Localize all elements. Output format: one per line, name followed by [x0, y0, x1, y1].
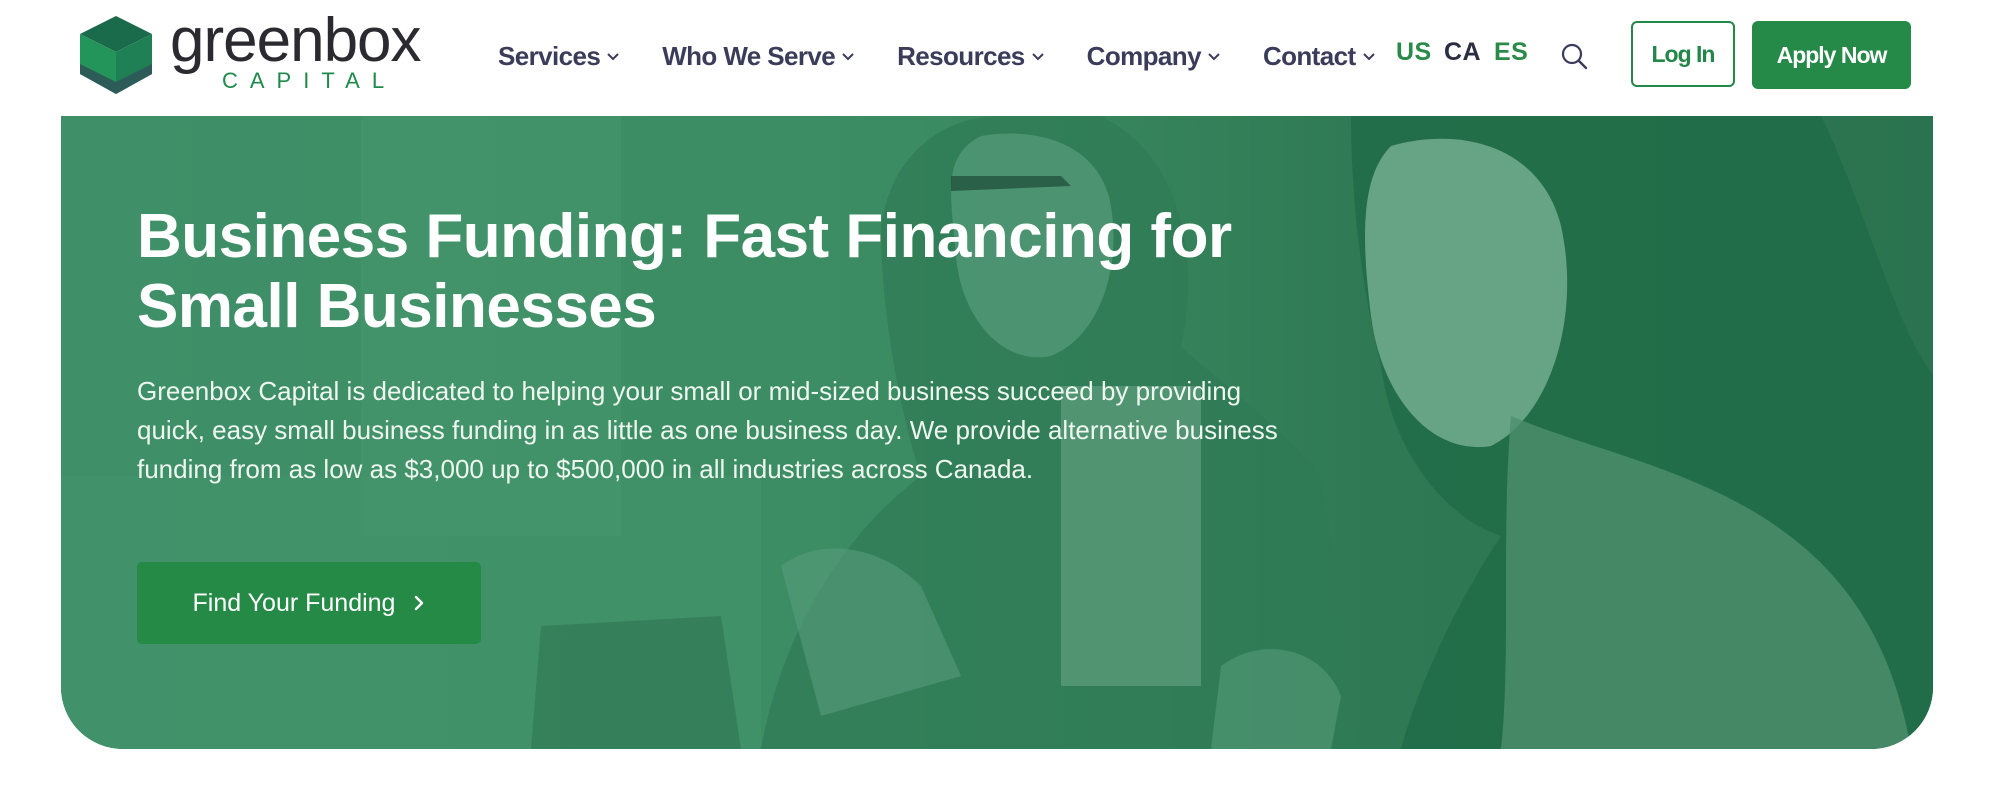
- hero-section: Business Funding: Fast Financing for Sma…: [61, 116, 1933, 749]
- lang-es-link[interactable]: ES: [1494, 38, 1528, 67]
- apply-now-button[interactable]: Apply Now: [1752, 21, 1911, 89]
- login-button[interactable]: Log In: [1631, 21, 1735, 87]
- hero-title: Business Funding: Fast Financing for Sma…: [137, 202, 1337, 342]
- nav-item-who-we-serve[interactable]: Who We Serve: [662, 41, 855, 72]
- logo-cube-icon: [80, 16, 152, 94]
- nav-item-label: Services: [498, 40, 601, 71]
- main-nav: Services Who We Serve Resources Company …: [498, 36, 1418, 76]
- nav-item-company[interactable]: Company: [1087, 41, 1221, 72]
- brand-logo[interactable]: greenbox CAPITAL: [80, 10, 440, 98]
- nav-item-label: Company: [1086, 40, 1202, 71]
- chevron-down-icon: [1362, 53, 1375, 61]
- chevron-down-icon: [607, 53, 619, 61]
- chevron-down-icon: [1208, 53, 1220, 61]
- chevron-right-icon: [415, 595, 424, 611]
- cta-label: Find Your Funding: [192, 588, 396, 617]
- nav-item-contact[interactable]: Contact: [1263, 41, 1376, 72]
- chevron-down-icon: [1031, 53, 1044, 61]
- hero-title-line1: Business Funding: Fast Financing for: [137, 202, 1232, 271]
- hero-title-line2: Small Businesses: [137, 272, 657, 341]
- search-icon[interactable]: [1560, 42, 1588, 70]
- chevron-down-icon: [842, 53, 854, 61]
- nav-item-resources[interactable]: Resources: [897, 41, 1045, 72]
- nav-item-label: Who We Serve: [662, 40, 836, 71]
- brand-name: greenbox: [170, 6, 422, 75]
- lang-ca-link[interactable]: CA: [1444, 38, 1481, 67]
- lang-us-link[interactable]: US: [1396, 38, 1432, 67]
- brand-subtitle: CAPITAL: [222, 68, 397, 93]
- find-your-funding-button[interactable]: Find Your Funding: [137, 562, 481, 644]
- hero-description: Greenbox Capital is dedicated to helping…: [137, 376, 1278, 484]
- nav-item-services[interactable]: Services: [498, 41, 620, 72]
- nav-item-label: Contact: [1262, 40, 1356, 71]
- site-header: greenbox CAPITAL Services Who We Serve R…: [0, 0, 1999, 116]
- nav-item-label: Resources: [897, 40, 1025, 71]
